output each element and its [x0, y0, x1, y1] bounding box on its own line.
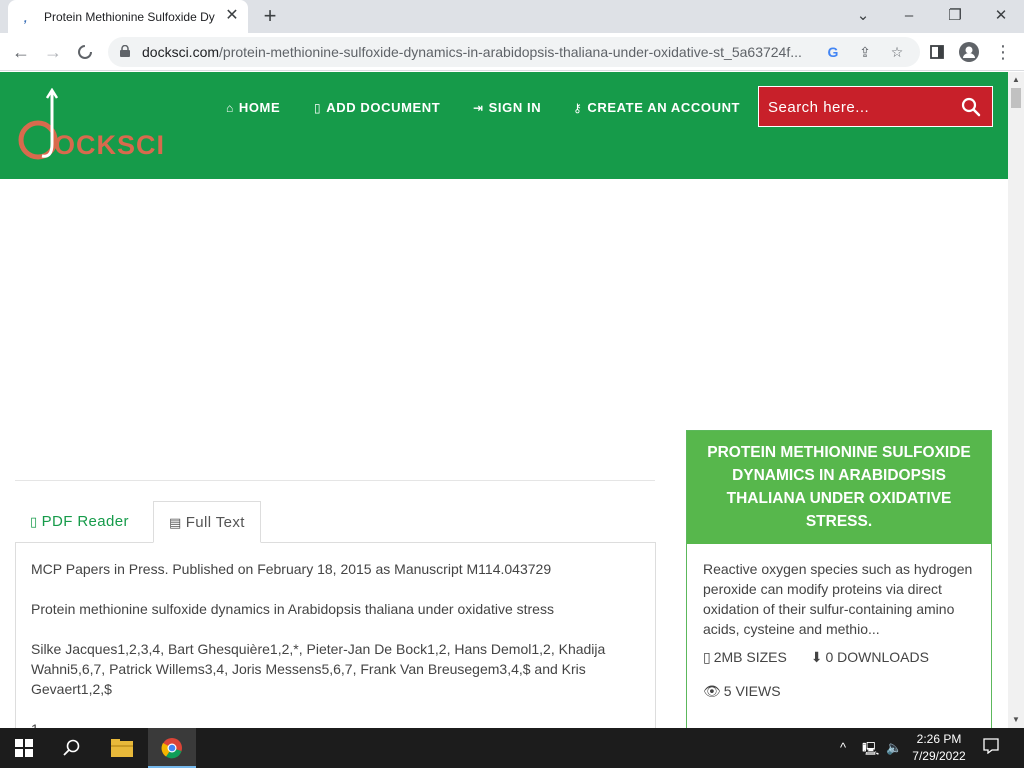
key-icon: ⚷ [573, 101, 583, 115]
browser-tab-strip: , Protein Methionine Sulfoxide Dy ✕ + ⌄ … [0, 0, 1024, 34]
url-text: docksci.com/protein-methionine-sulfoxide… [142, 44, 802, 60]
content-divider [15, 480, 655, 481]
browser-toolbar: ← → docksci.com/protein-methionine-sulfo… [0, 33, 1024, 71]
browser-tab[interactable]: , Protein Methionine Sulfoxide Dy ✕ [8, 0, 248, 34]
restore-button[interactable]: ❐ [941, 4, 969, 28]
search-box [758, 86, 993, 127]
nav-create-account-label: CREATE AN ACCOUNT [587, 100, 741, 115]
pdf-file-icon: ▯ [30, 514, 38, 529]
bookmark-star-icon[interactable]: ☆ [887, 42, 907, 62]
view-count: 👁 5 VIEWS [703, 683, 781, 699]
tab-title: Protein Methionine Sulfoxide Dy [44, 10, 215, 24]
pdf-icon: ▯ [703, 649, 711, 665]
nav-sign-in-label: SIGN IN [488, 100, 542, 115]
vertical-scrollbar[interactable]: ▲ ▼ [1008, 72, 1024, 728]
document-tabs: ▯ PDF Reader ▤ Full Text [15, 501, 656, 543]
close-window-button[interactable]: ✕ [987, 4, 1015, 28]
full-text-panel: MCP Papers in Press. Published on Februa… [15, 542, 656, 728]
sign-in-icon: ⇥ [473, 101, 484, 115]
minimize-button[interactable]: – [895, 4, 923, 28]
nav-home-label: HOME [238, 100, 281, 115]
nav-create-account[interactable]: ⚷ CREATE AN ACCOUNT [573, 100, 740, 120]
search-input[interactable] [768, 96, 948, 118]
windows-taskbar: ^ 🖳 🔈 2:26 PM 7/29/2022 [0, 728, 1024, 768]
document-title[interactable]: PROTEIN METHIONINE SULFOXIDE DYNAMICS IN… [687, 431, 991, 544]
folder-icon [111, 739, 133, 757]
side-panel-icon[interactable] [924, 39, 950, 65]
text-file-icon: ▤ [169, 515, 182, 530]
nav-add-document[interactable]: ▯ ADD DOCUMENT [314, 100, 440, 120]
network-icon[interactable]: 🖳 [862, 740, 879, 762]
google-lens-icon[interactable]: G [823, 42, 843, 62]
ad-space [0, 179, 1008, 429]
back-icon[interactable]: ← [8, 39, 34, 65]
tab-close-icon[interactable]: ✕ [222, 6, 242, 26]
file-size: ▯ 2MB SIZES [703, 649, 787, 665]
clock-date: 7/29/2022 [912, 749, 966, 763]
page-number: 1 [31, 719, 640, 728]
eye-icon: 👁 [703, 683, 721, 699]
site-logo[interactable]: OCKSCI [16, 87, 164, 164]
forward-icon[interactable]: → [40, 39, 66, 65]
home-icon: ⌂ [226, 101, 234, 115]
start-button[interactable] [0, 728, 48, 768]
lock-icon [120, 45, 130, 57]
download-icon: ⬇ [810, 649, 823, 665]
document-icon: ▯ [314, 101, 322, 115]
chrome-icon [161, 738, 182, 759]
author-list: Silke Jacques1,2,3,4, Bart Ghesquière1,2… [31, 641, 606, 697]
tab-full-text[interactable]: ▤ Full Text [153, 501, 261, 543]
chrome-taskbar-button[interactable] [148, 728, 196, 768]
tab-search-chevron-icon[interactable]: ⌄ [849, 4, 877, 28]
windows-logo-icon [15, 739, 33, 757]
logo-text: OCKSCI [54, 130, 166, 160]
nav-home[interactable]: ⌂ HOME [226, 100, 280, 120]
scroll-down-arrow-icon[interactable]: ▼ [1008, 712, 1024, 728]
file-explorer-button[interactable] [98, 728, 146, 768]
download-count: ⬇ 0 DOWNLOADS [810, 649, 929, 665]
document-meta: ▯ 2MB SIZES ⬇ 0 DOWNLOADS [703, 647, 975, 667]
new-tab-button[interactable]: + [257, 4, 283, 30]
document-summary-card: PROTEIN METHIONINE SULFOXIDE DYNAMICS IN… [686, 430, 992, 728]
tab-full-text-label: Full Text [185, 514, 245, 531]
tab-pdf-reader-label: PDF Reader [41, 513, 129, 530]
publication-line: MCP Papers in Press. Published on Februa… [31, 561, 552, 577]
document-excerpt: Reactive oxygen species such as hydrogen… [703, 561, 973, 637]
profile-avatar-icon[interactable] [956, 39, 982, 65]
nav-sign-in[interactable]: ⇥ SIGN IN [473, 100, 541, 120]
notifications-icon[interactable] [983, 738, 999, 757]
scroll-up-arrow-icon[interactable]: ▲ [1008, 72, 1024, 88]
stop-loading-icon[interactable] [72, 39, 98, 65]
address-bar[interactable]: docksci.com/protein-methionine-sulfoxide… [108, 37, 920, 67]
site-header: OCKSCI ⌂ HOME ▯ ADD DOCUMENT ⇥ SIGN IN ⚷ CRE… [0, 72, 1008, 179]
site-favicon-icon: , [24, 11, 28, 25]
show-hidden-icons-chevron-icon[interactable]: ^ [840, 740, 846, 755]
search-taskbar-button[interactable] [48, 728, 96, 768]
volume-icon[interactable]: 🔈 [886, 740, 902, 756]
search-icon[interactable] [960, 96, 982, 118]
clock-time: 2:26 PM [916, 732, 962, 746]
paper-title: Protein methionine sulfoxide dynamics in… [31, 601, 554, 617]
share-icon[interactable]: ⇪ [855, 42, 875, 62]
taskbar-clock[interactable]: 2:26 PM 7/29/2022 [908, 731, 970, 765]
magnifier-icon [63, 739, 80, 756]
scroll-thumb[interactable] [1011, 88, 1021, 108]
page-viewport: OCKSCI ⌂ HOME ▯ ADD DOCUMENT ⇥ SIGN IN ⚷ CRE… [0, 72, 1008, 728]
tab-pdf-reader[interactable]: ▯ PDF Reader [15, 501, 144, 543]
menu-kebab-icon[interactable]: ⋮ [990, 39, 1016, 65]
nav-add-document-label: ADD DOCUMENT [326, 100, 441, 115]
